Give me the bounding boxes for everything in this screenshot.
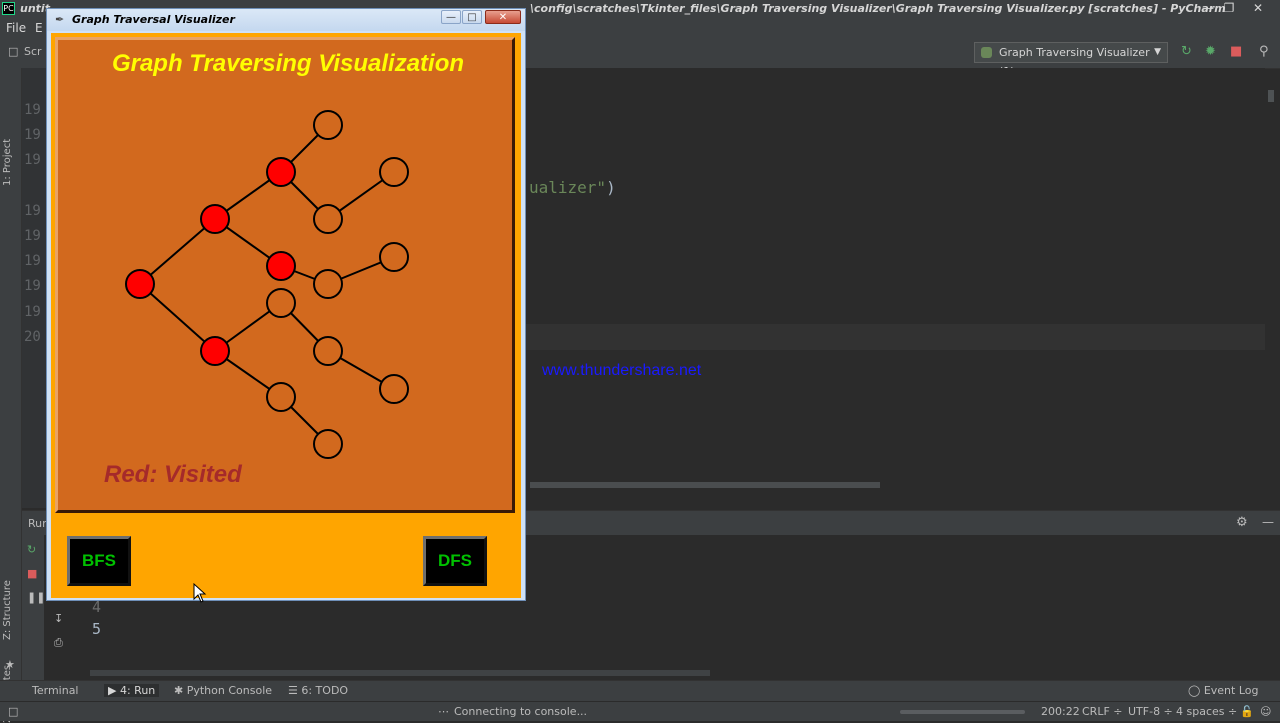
graph-node-visited [125, 269, 155, 299]
graph-node-unvisited [313, 429, 343, 459]
graph-node-unvisited [313, 269, 343, 299]
code-string: ualizer" [529, 178, 607, 197]
left-tool-strip: 1: Project Z: Structure 2: Favorites ★ [0, 68, 22, 723]
tk-minimize-button[interactable]: — [441, 10, 461, 24]
tab-todo-label: 6: TODO [301, 684, 349, 697]
tk-maximize-button[interactable]: □ [462, 10, 482, 24]
graph-canvas: Graph Traversing Visualization Red: Visi… [55, 37, 515, 513]
menu-file[interactable]: File [6, 21, 26, 35]
gear-icon[interactable]: ⚙ [1236, 515, 1248, 530]
ide-restore-icon[interactable]: ❐ [1217, 0, 1241, 17]
inspector-icon[interactable]: ☺ [1260, 705, 1271, 718]
legend-visited: Red: Visited [104, 461, 242, 488]
status-bar: □ ⋯ Connecting to console... 200:22 CRLF… [0, 701, 1280, 721]
tab-run-label: 4: Run [119, 684, 156, 697]
graph-node-unvisited [266, 288, 296, 318]
graph-node-unvisited [313, 110, 343, 140]
tab-run[interactable]: ▶ 4: Run [104, 684, 160, 697]
structure-tool-tab[interactable]: Z: Structure [2, 580, 13, 640]
ide-close-icon[interactable]: ✕ [1246, 0, 1270, 17]
debug-bug-icon[interactable]: ✹ [1205, 44, 1216, 59]
lock-icon[interactable]: 🔓 [1240, 705, 1254, 718]
line-number: 20 [24, 329, 41, 345]
print-icon[interactable]: ⎙ [54, 636, 63, 650]
graph-drawing [125, 110, 409, 459]
tab-event-log-label: Event Log [1203, 684, 1259, 697]
status-progress-bar [900, 710, 1025, 714]
graph-node-visited [266, 251, 296, 281]
tab-python-console-label: Python Console [186, 684, 273, 697]
line-number: 19 [24, 304, 41, 320]
tab-event-log[interactable]: ◯ Event Log [1188, 684, 1258, 697]
bfs-button[interactable]: BFS [67, 536, 131, 586]
feather-icon: ✒ [55, 13, 65, 26]
editor-scrollbar[interactable] [1268, 90, 1274, 102]
graph-node-unvisited [266, 382, 296, 412]
project-tab-folder-icon: □ [8, 45, 19, 58]
ide-title-path: \config\scratches\Tkinter_files\Graph Tr… [530, 2, 1226, 15]
graph-node-visited [266, 157, 296, 187]
mouse-cursor-icon [193, 583, 207, 603]
run-config-select[interactable]: Graph Traversing Visualizer (1) ▼ [974, 42, 1168, 78]
console-line: 5 [92, 620, 102, 638]
line-number: 19 [24, 102, 41, 118]
console-tools: ↧ ⎙ [52, 612, 70, 662]
pycharm-logo-icon: PC [2, 2, 15, 15]
graph-node-visited [200, 204, 230, 234]
line-number: 19 [24, 228, 41, 244]
layout-toggle-icon[interactable]: □ [8, 705, 18, 718]
line-number: 19 [24, 127, 41, 143]
project-tab-label[interactable]: Scr [24, 45, 42, 58]
search-icon[interactable]: ⚲ [1259, 44, 1269, 59]
graph-node-unvisited [313, 336, 343, 366]
tk-title-bar[interactable]: ✒ Graph Traversal Visualizer — □ ✕ [47, 9, 525, 31]
graph-node-unvisited [379, 374, 409, 404]
graph-node-visited [200, 336, 230, 366]
project-tool-tab[interactable]: 1: Project [2, 139, 13, 186]
hide-panel-icon[interactable]: — [1262, 515, 1274, 529]
tk-window: ✒ Graph Traversal Visualizer — □ ✕ Graph… [46, 8, 526, 601]
dfs-button[interactable]: DFS [423, 536, 487, 586]
line-number: 19 [24, 152, 41, 168]
tab-todo[interactable]: ☰ 6: TODO [288, 684, 348, 697]
graph-edge [139, 283, 216, 352]
bottom-tool-tabs: Terminal ▶ 4: Run ✱ Python Console ☰ 6: … [0, 680, 1280, 702]
tab-python-console[interactable]: ✱ Python Console [174, 684, 272, 697]
run-toolbar: ↻ ■ ❚❚ [22, 535, 45, 680]
code-fragment: ualizer") [529, 178, 616, 197]
indent-setting[interactable]: 4 spaces ÷ [1176, 705, 1237, 718]
pause-icon[interactable]: ❚❚ [27, 591, 45, 604]
tab-terminal[interactable]: Terminal [32, 684, 79, 697]
rerun-icon[interactable]: ↻ [1181, 44, 1192, 59]
status-progress-icon: ⋯ [438, 705, 449, 718]
line-number: 19 [24, 253, 41, 269]
console-scrollbar[interactable] [90, 670, 710, 676]
graph-node-unvisited [379, 242, 409, 272]
rerun-icon[interactable]: ↻ [27, 543, 36, 556]
graph-node-unvisited [313, 204, 343, 234]
watermark-text: www.thundershare.net [542, 362, 702, 379]
stop-icon[interactable]: ■ [1230, 44, 1242, 59]
python-config-icon [981, 47, 992, 58]
menu-edit[interactable]: E [35, 21, 43, 35]
status-message: Connecting to console... [454, 705, 588, 718]
graph-node-unvisited [379, 157, 409, 187]
line-number: 19 [24, 203, 41, 219]
file-encoding[interactable]: UTF-8 ÷ [1128, 705, 1173, 718]
chevron-down-icon: ▼ [1154, 47, 1161, 57]
line-separator[interactable]: CRLF ÷ [1082, 705, 1123, 718]
caret-position[interactable]: 200:22 [1041, 705, 1080, 718]
stop-icon[interactable]: ■ [27, 567, 37, 580]
tk-client-area: Graph Traversing Visualization Red: Visi… [51, 33, 521, 598]
editor-horizontal-scrollbar[interactable] [530, 482, 880, 488]
code-paren: ) [606, 178, 616, 197]
star-icon[interactable]: ★ [5, 658, 15, 671]
scroll-to-end-icon[interactable]: ↧ [54, 612, 63, 625]
tk-close-button[interactable]: ✕ [485, 10, 521, 24]
tk-window-title: Graph Traversal Visualizer [72, 13, 235, 26]
line-number: 19 [24, 278, 41, 294]
